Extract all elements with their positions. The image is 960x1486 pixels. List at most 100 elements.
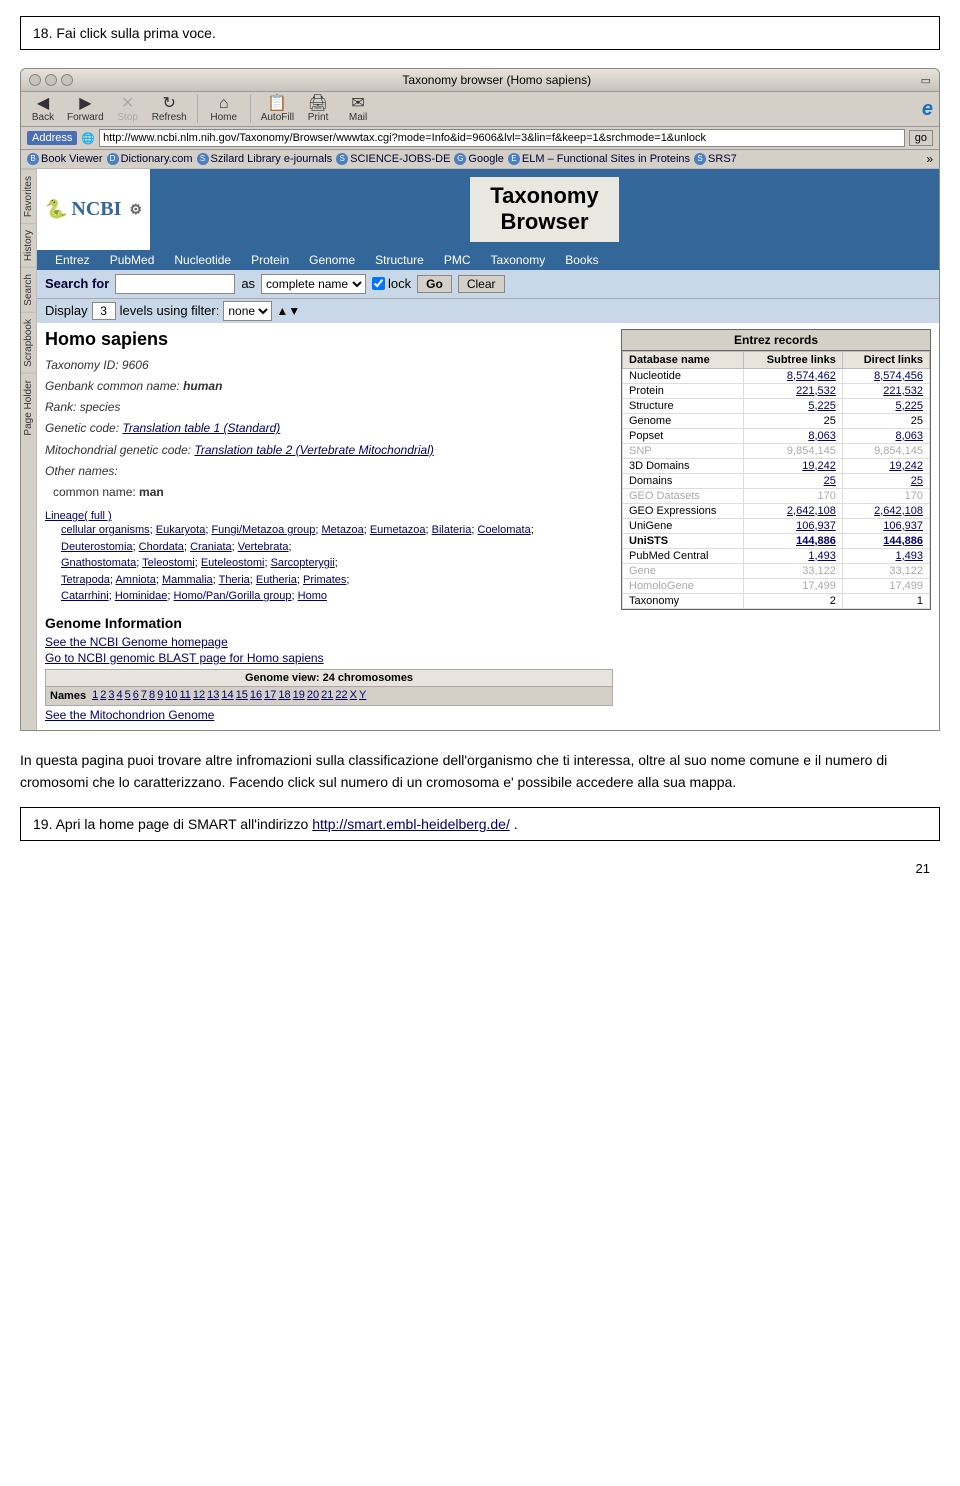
chrom-8[interactable]: 8 (149, 689, 155, 701)
display-number-input[interactable] (92, 302, 116, 320)
address-go-button[interactable]: go (909, 130, 933, 146)
nav-pmc[interactable]: PMC (434, 250, 481, 270)
unists-subtree-link[interactable]: 144,886 (796, 535, 836, 547)
sidebar-tab-search[interactable]: Search (21, 267, 36, 312)
lineage-item-deuterostomia[interactable]: Deuterostomia (61, 541, 133, 553)
chrom-19[interactable]: 19 (293, 689, 305, 701)
chrom-20[interactable]: 20 (307, 689, 319, 701)
lineage-item-hominidae[interactable]: Hominidae (115, 590, 168, 602)
nav-protein[interactable]: Protein (241, 250, 299, 270)
lineage-item-gnathostomata[interactable]: Gnathostomata (61, 557, 136, 569)
autofill-button[interactable]: 📋 AutoFill (261, 96, 294, 123)
bookmark-book-viewer[interactable]: B Book Viewer (27, 153, 103, 165)
bookmark-google[interactable]: G Google (454, 153, 503, 165)
sidebar-tab-scrapbook[interactable]: Scrapbook (21, 312, 36, 373)
unists-direct-link[interactable]: 144,886 (883, 535, 923, 547)
chrom-15[interactable]: 15 (236, 689, 248, 701)
search-clear-button[interactable]: Clear (458, 275, 505, 293)
chrom-Y[interactable]: Y (359, 689, 366, 701)
chrom-7[interactable]: 7 (141, 689, 147, 701)
bookmark-szilard[interactable]: S Szilard Library e-journals (197, 153, 333, 165)
bookmarks-overflow[interactable]: » (926, 152, 933, 166)
protein-direct-link[interactable]: 221,532 (883, 385, 923, 397)
lineage-item-mammalia[interactable]: Mammalia (162, 574, 213, 586)
unigene-subtree-link[interactable]: 106,937 (796, 520, 836, 532)
window-dot-3[interactable] (61, 74, 73, 86)
nav-books[interactable]: Books (555, 250, 608, 270)
lineage-item-eumetazoa[interactable]: Eumetazoa (370, 524, 426, 536)
chrom-14[interactable]: 14 (221, 689, 233, 701)
lineage-item-fungi-metazoa[interactable]: Fungi/Metazoa group (211, 524, 315, 536)
lineage-item-metazoa[interactable]: Metazoa (322, 524, 364, 536)
chrom-9[interactable]: 9 (157, 689, 163, 701)
window-dot-1[interactable] (29, 74, 41, 86)
window-dot-2[interactable] (45, 74, 57, 86)
chrom-13[interactable]: 13 (207, 689, 219, 701)
nav-nucleotide[interactable]: Nucleotide (164, 250, 241, 270)
lineage-item-craniata[interactable]: Craniata (190, 541, 232, 553)
chrom-11[interactable]: 11 (179, 689, 190, 701)
bookmark-srs7[interactable]: S SRS7 (694, 153, 737, 165)
lineage-full-link[interactable]: Lineage( full ) (45, 510, 112, 522)
stop-button[interactable]: ✕ Stop (112, 96, 144, 123)
sidebar-tab-history[interactable]: History (21, 223, 36, 267)
geo-expr-direct-link[interactable]: 2,642,108 (874, 505, 923, 517)
bookmark-dictionary[interactable]: D Dictionary.com (107, 153, 193, 165)
structure-subtree-link[interactable]: 5,225 (808, 400, 836, 412)
lineage-item-homo[interactable]: Homo (298, 590, 327, 602)
lineage-item-vertebrata[interactable]: Vertebrata (238, 541, 289, 553)
chrom-21[interactable]: 21 (321, 689, 333, 701)
home-button[interactable]: ⌂ Home (208, 96, 240, 123)
chrom-3[interactable]: 3 (108, 689, 114, 701)
3ddomains-direct-link[interactable]: 19,242 (889, 460, 923, 472)
browser-expand-icon[interactable]: ▭ (921, 74, 931, 87)
nucleotide-direct-link[interactable]: 8,574,456 (874, 370, 923, 382)
nucleotide-subtree-link[interactable]: 8,574,462 (787, 370, 836, 382)
search-input[interactable] (115, 274, 235, 294)
search-go-button[interactable]: Go (417, 275, 452, 293)
popset-subtree-link[interactable]: 8,063 (808, 430, 836, 442)
chrom-22[interactable]: 22 (335, 689, 347, 701)
pubmedcentral-direct-link[interactable]: 1,493 (895, 550, 923, 562)
lineage-item-homo-pan[interactable]: Homo/Pan/Gorilla group (174, 590, 292, 602)
chrom-17[interactable]: 17 (264, 689, 276, 701)
address-input[interactable] (99, 129, 905, 147)
lineage-item-amniota[interactable]: Amniota (115, 574, 155, 586)
chrom-4[interactable]: 4 (116, 689, 122, 701)
lineage-item-catarrhini[interactable]: Catarrhini (61, 590, 109, 602)
chrom-18[interactable]: 18 (278, 689, 290, 701)
nav-pubmed[interactable]: PubMed (100, 250, 165, 270)
chrom-2[interactable]: 2 (100, 689, 106, 701)
pubmedcentral-subtree-link[interactable]: 1,493 (808, 550, 836, 562)
genome-homepage-link[interactable]: See the NCBI Genome homepage (45, 635, 613, 649)
chrom-5[interactable]: 5 (125, 689, 131, 701)
smart-link[interactable]: http://smart.embl-heidelberg.de/ (312, 816, 510, 832)
popset-direct-link[interactable]: 8,063 (895, 430, 923, 442)
lineage-item-sarcopterygii[interactable]: Sarcopterygii (271, 557, 335, 569)
lineage-item-primates[interactable]: Primates (303, 574, 346, 586)
nav-taxonomy[interactable]: Taxonomy (481, 250, 556, 270)
nav-genome[interactable]: Genome (299, 250, 365, 270)
lineage-item-cellular[interactable]: cellular organisms (61, 524, 150, 536)
chrom-X[interactable]: X (350, 689, 357, 701)
print-button[interactable]: 🖨 Print (302, 96, 334, 123)
nav-entrez[interactable]: Entrez (45, 250, 100, 270)
chrom-12[interactable]: 12 (193, 689, 205, 701)
3ddomains-subtree-link[interactable]: 19,242 (802, 460, 836, 472)
lineage-item-eukaryota[interactable]: Eukaryota (156, 524, 206, 536)
lock-checkbox[interactable] (372, 277, 385, 290)
chrom-10[interactable]: 10 (165, 689, 177, 701)
bookmark-elm[interactable]: E ELM – Functional Sites in Proteins (508, 153, 690, 165)
geo-expr-subtree-link[interactable]: 2,642,108 (787, 505, 836, 517)
display-filter-select[interactable]: none (223, 301, 272, 321)
structure-direct-link[interactable]: 5,225 (895, 400, 923, 412)
chrom-1[interactable]: 1 (92, 689, 98, 701)
mail-button[interactable]: ✉ Mail (342, 96, 374, 123)
sidebar-tab-pageholder[interactable]: Page Holder (21, 373, 36, 442)
genome-blast-link[interactable]: Go to NCBI genomic BLAST page for Homo s… (45, 651, 613, 665)
lineage-item-chordata[interactable]: Chordata (139, 541, 184, 553)
lineage-item-theria[interactable]: Theria (219, 574, 250, 586)
protein-subtree-link[interactable]: 221,532 (796, 385, 836, 397)
domains-direct-link[interactable]: 25 (911, 475, 923, 487)
search-type-select[interactable]: complete name (261, 274, 366, 294)
